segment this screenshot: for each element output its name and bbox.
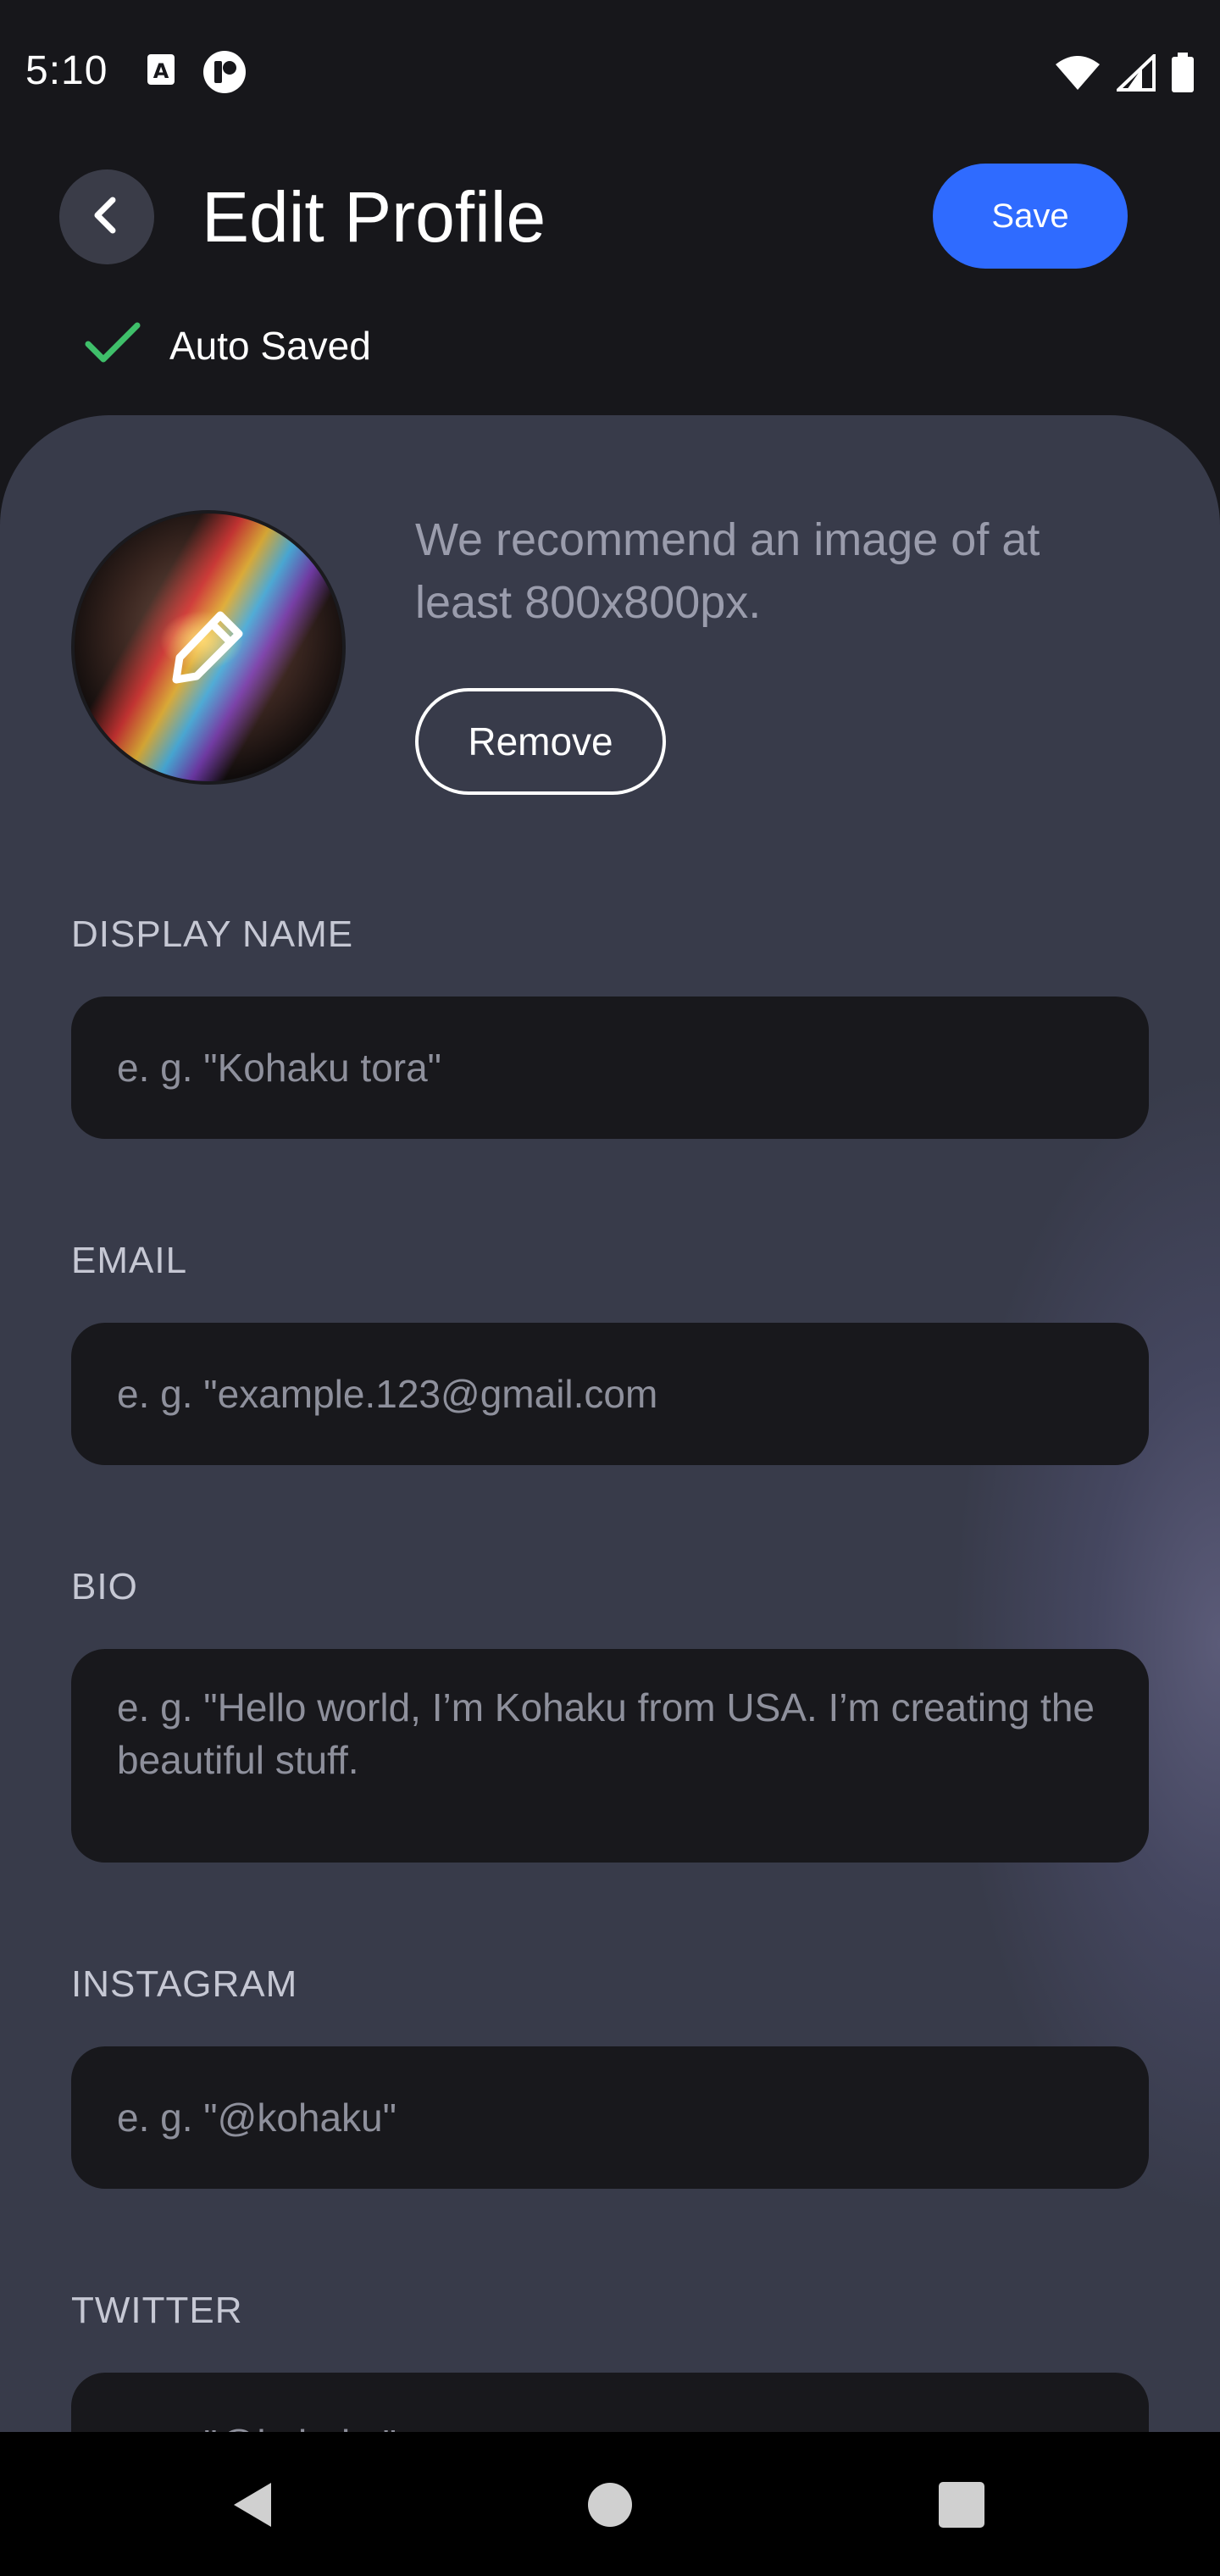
save-button[interactable]: Save bbox=[933, 164, 1128, 269]
bio-label: BIO bbox=[71, 1566, 138, 1607]
instagram-input[interactable]: e. g. "@kohaku" bbox=[71, 2046, 1149, 2189]
chevron-left-icon bbox=[86, 195, 127, 240]
app-notification-icon bbox=[202, 49, 247, 99]
bio-textarea[interactable]: e. g. "Hello world, I’m Kohaku from USA.… bbox=[71, 1649, 1149, 1863]
status-time: 5:10 bbox=[25, 48, 108, 93]
email-input[interactable]: e. g. "example.123@gmail.com bbox=[71, 1323, 1149, 1465]
remove-avatar-button[interactable]: Remove bbox=[415, 688, 666, 795]
edit-profile-screen: 5:10 A Edit Profile Save Auto Saved We r… bbox=[0, 0, 1220, 2576]
back-triangle-icon[interactable] bbox=[229, 2479, 280, 2534]
status-bar: 5:10 A bbox=[0, 0, 1220, 144]
autosave-label: Auto Saved bbox=[169, 323, 371, 368]
back-button[interactable] bbox=[59, 169, 154, 264]
twitter-input[interactable]: e. g. "@kohaku" bbox=[71, 2373, 1149, 2432]
font-a-icon: A bbox=[146, 53, 176, 91]
svg-text:A: A bbox=[153, 59, 169, 83]
autosave-status: Auto Saved bbox=[85, 322, 371, 369]
profile-form-panel: We recommend an image of at least 800x80… bbox=[0, 415, 1220, 2432]
home-circle-icon[interactable] bbox=[585, 2479, 635, 2534]
wifi-icon bbox=[1054, 54, 1101, 96]
system-nav-bar bbox=[0, 2432, 1220, 2576]
avatar-recommendation-text: We recommend an image of at least 800x80… bbox=[415, 514, 1040, 628]
battery-icon bbox=[1171, 53, 1195, 97]
pencil-icon bbox=[168, 605, 249, 691]
email-label: EMAIL bbox=[71, 1240, 188, 1281]
display-name-input[interactable]: e. g. "Kohaku tora" bbox=[71, 997, 1149, 1139]
status-icons-right bbox=[1054, 52, 1195, 97]
twitter-label: TWITTER bbox=[71, 2290, 243, 2331]
cell-signal-icon bbox=[1114, 52, 1156, 96]
avatar[interactable] bbox=[71, 510, 346, 785]
page-title: Edit Profile bbox=[202, 177, 546, 257]
instagram-label: INSTAGRAM bbox=[71, 1963, 298, 2005]
recents-square-icon[interactable] bbox=[936, 2479, 987, 2534]
display-name-label: DISPLAY NAME bbox=[71, 913, 354, 955]
check-icon bbox=[85, 322, 141, 369]
